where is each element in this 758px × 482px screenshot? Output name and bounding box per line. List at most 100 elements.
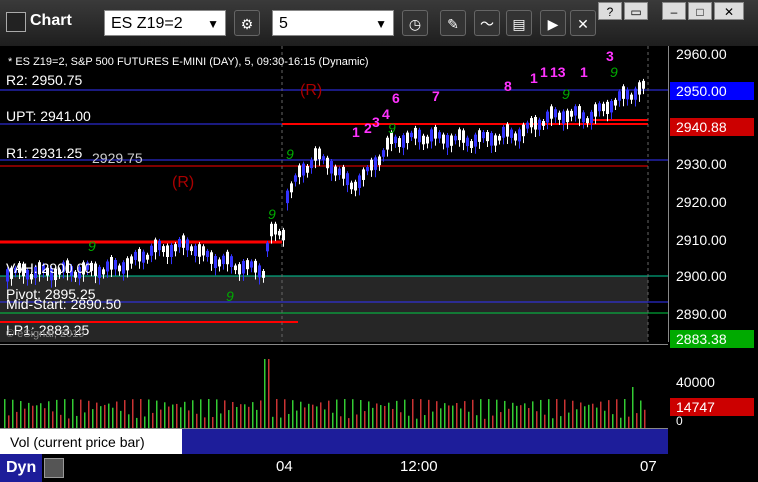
candle-body <box>250 261 253 268</box>
volume-bar <box>52 411 54 429</box>
candle-body <box>554 109 557 118</box>
candle-body <box>446 135 449 148</box>
candle-body <box>226 251 229 265</box>
volume-bar <box>352 399 354 429</box>
volume-bar <box>544 414 546 429</box>
candle-body <box>206 250 209 257</box>
volume-bar <box>196 413 198 429</box>
candle-body <box>606 101 609 114</box>
candle-body <box>394 136 397 144</box>
interval-dropdown-icon[interactable]: ▼ <box>375 11 387 37</box>
help-icon[interactable]: ? <box>598 2 622 20</box>
candle-body <box>218 259 221 267</box>
close-icon[interactable]: ✕ <box>714 2 744 20</box>
volume-bar <box>44 408 46 429</box>
volume-bar <box>328 400 330 429</box>
candle-body <box>166 245 169 258</box>
candle-body <box>514 133 517 141</box>
price-tick: 2900.00 <box>676 268 727 284</box>
candle-body <box>358 175 361 188</box>
indicator-icon[interactable]: 〜 <box>474 10 500 36</box>
dynamic-mode-button[interactable]: Dyn <box>0 454 42 482</box>
candle-body <box>530 118 533 128</box>
candle-body <box>142 251 145 263</box>
candle-body <box>630 94 633 100</box>
volume-bar <box>308 403 310 429</box>
volume-bar <box>576 409 578 429</box>
candle-body <box>522 124 525 137</box>
volume-bar <box>132 399 134 429</box>
candle-body <box>582 112 585 123</box>
lock-icon[interactable] <box>44 458 64 478</box>
volume-bar <box>400 412 402 429</box>
minimize-icon[interactable]: – <box>662 2 686 20</box>
link-icon[interactable]: ▭ <box>624 2 648 20</box>
candle-body <box>574 106 577 116</box>
volume-bar <box>380 405 382 429</box>
play-icon[interactable]: ▶ <box>540 10 566 36</box>
clock-icon[interactable]: ◷ <box>402 10 428 36</box>
volume-bar <box>456 403 458 429</box>
candle-body <box>586 118 589 124</box>
volume-bar <box>28 402 30 429</box>
app-title: Chart <box>30 12 72 29</box>
candle-body <box>386 137 389 150</box>
volume-bar <box>260 400 262 429</box>
pencil-icon[interactable]: ✎ <box>440 10 466 36</box>
symbol-dropdown-icon[interactable]: ▼ <box>207 11 219 37</box>
count-label: 1 <box>530 70 538 86</box>
candle-body <box>550 106 553 119</box>
candle-body <box>330 160 333 174</box>
volume-bar <box>360 400 362 429</box>
symbol-field[interactable]: ES Z19=2 ▼ <box>104 10 226 36</box>
volume-bar <box>392 408 394 429</box>
candle-body <box>98 266 101 278</box>
setup-label: 9 <box>562 86 570 102</box>
volume-bar <box>8 415 10 429</box>
candle-body <box>382 150 385 157</box>
volume-bar <box>516 405 518 429</box>
maximize-icon[interactable]: □ <box>688 2 712 20</box>
interval-field[interactable]: 5 ▼ <box>272 10 394 36</box>
volume-bar <box>476 415 478 429</box>
candle-body <box>106 261 109 272</box>
count-label: 8 <box>504 78 512 94</box>
price-tick: 2960.00 <box>676 46 727 62</box>
volume-bar <box>224 400 226 429</box>
volume-bar <box>388 402 390 429</box>
candle-body <box>298 165 301 178</box>
app-icon[interactable] <box>6 12 26 32</box>
candle-body <box>422 135 425 145</box>
price-tick: 2910.00 <box>676 232 727 248</box>
candle-body <box>450 135 453 146</box>
get-icon[interactable]: ▤ <box>506 10 532 36</box>
symbol-value: ES Z19=2 <box>111 15 183 32</box>
volume-bar <box>160 409 162 429</box>
volume-bar <box>636 413 638 429</box>
volume-bar <box>108 403 110 429</box>
volume-bar <box>112 407 114 429</box>
volume-bar <box>604 410 606 429</box>
candle-body <box>406 132 409 144</box>
candle-body <box>410 132 413 138</box>
volume-bar <box>148 399 150 429</box>
volume-study-label[interactable]: Vol (current price bar) <box>0 429 182 455</box>
candle-body <box>94 263 97 276</box>
volume-bar <box>580 402 582 429</box>
volume-close-icon[interactable]: × <box>170 427 178 443</box>
candle-body <box>642 80 645 89</box>
close-circle-icon[interactable]: ✕ <box>570 10 596 36</box>
candle-body <box>454 135 457 141</box>
volume-bar <box>24 408 26 429</box>
volume-bar <box>616 399 618 429</box>
candle-body <box>458 129 461 141</box>
settings-icon[interactable]: ⚙ <box>234 10 260 36</box>
candle-body <box>546 111 549 123</box>
candle-body <box>562 111 565 124</box>
volume-panel[interactable] <box>0 344 668 429</box>
candle-body <box>470 141 473 148</box>
volume-bar <box>264 359 266 429</box>
volume-bar <box>460 408 462 429</box>
candle-body <box>270 223 273 237</box>
volume-bar <box>496 399 498 429</box>
